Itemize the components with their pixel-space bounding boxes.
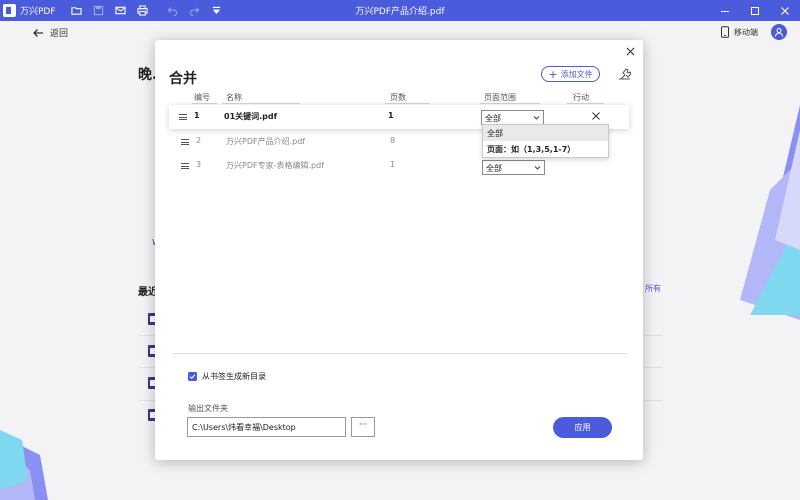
header-underline	[480, 103, 540, 104]
add-file-label: 添加文件	[560, 69, 593, 79]
checkbox-checked-icon[interactable]	[188, 372, 197, 381]
view-all-link[interactable]: 所有	[645, 283, 661, 294]
remove-file-icon[interactable]	[591, 111, 601, 121]
dropdown-option-custom[interactable]: 页面：如（1,3,5,1-7）	[483, 141, 608, 157]
file-pages: 1	[388, 111, 394, 120]
header-underline	[567, 103, 604, 104]
back-button[interactable]: 返回	[32, 26, 68, 39]
plus-icon: +	[548, 67, 558, 81]
page-range-value: 全部	[485, 114, 501, 123]
close-dialog-button[interactable]	[623, 44, 637, 58]
apply-button[interactable]: 应用	[553, 417, 612, 438]
file-name: 万兴PDF专家-表格编辑.pdf	[226, 161, 324, 170]
pdf-logo-icon	[3, 4, 16, 17]
mobile-label: 移动端	[734, 27, 758, 37]
maximize-button[interactable]	[740, 0, 770, 21]
column-header-index: 编号	[194, 93, 210, 102]
save-icon[interactable]	[87, 0, 109, 21]
output-folder-label: 输出文件夹	[188, 404, 228, 413]
chevron-down-icon	[534, 166, 541, 170]
decorative-papers-right	[740, 105, 800, 320]
redo-icon[interactable]	[183, 0, 205, 21]
bookmark-toc-label: 从书签生成新目录	[202, 372, 266, 381]
phone-icon	[721, 26, 729, 38]
file-index: 1	[194, 111, 200, 120]
arrow-left-icon	[33, 28, 43, 37]
column-header-name: 名称	[226, 93, 242, 102]
section-divider	[172, 353, 628, 354]
minimize-button[interactable]	[710, 0, 740, 21]
output-folder-input[interactable]	[187, 417, 346, 437]
close-window-button[interactable]	[770, 0, 800, 21]
page-range-select[interactable]: 全部	[481, 110, 544, 125]
chevron-down-icon	[533, 116, 540, 120]
back-label: 返回	[50, 29, 69, 39]
file-index: 2	[196, 136, 202, 145]
file-name: 01关键词.pdf	[224, 112, 278, 121]
column-header-pages: 页数	[390, 93, 406, 102]
header-underline	[192, 103, 217, 104]
drag-handle-icon[interactable]	[181, 139, 189, 145]
folder-icon[interactable]	[65, 0, 87, 21]
page-range-select[interactable]: 全部	[482, 160, 545, 175]
file-name: 万兴PDF产品介绍.pdf	[226, 137, 306, 146]
close-icon	[626, 47, 634, 55]
title-bar: 万兴PDF 万兴PDF产品介绍.pdf	[0, 0, 800, 21]
app-name: 万兴PDF	[20, 7, 56, 17]
tools-icon[interactable]	[618, 67, 631, 80]
user-icon	[775, 28, 783, 37]
mail-icon[interactable]	[109, 0, 131, 21]
file-index: 3	[196, 160, 202, 169]
app-logo: 万兴PDF	[3, 4, 65, 17]
add-file-button[interactable]: + 添加文件	[541, 66, 600, 82]
dialog-title: 合并	[169, 71, 197, 87]
print-icon[interactable]	[131, 0, 153, 21]
column-header-action: 行动	[573, 93, 589, 102]
header-underline	[222, 103, 300, 104]
browse-folder-button[interactable]: ···	[351, 417, 375, 437]
avatar[interactable]	[771, 24, 787, 40]
mobile-button[interactable]: 移动端	[720, 26, 758, 38]
drag-handle-icon[interactable]	[179, 114, 187, 120]
decorative-papers-left	[0, 430, 48, 500]
header-underline	[385, 103, 430, 104]
file-pages: 1	[390, 160, 396, 169]
drag-handle-icon[interactable]	[181, 163, 189, 169]
page-range-value: 全部	[486, 164, 502, 173]
column-header-range: 页面范围	[484, 93, 516, 102]
file-pages: 8	[390, 136, 396, 145]
merge-dialog: 合并 + 添加文件 编号 名称 页数 页面范围 行动 1 01关键词.pdf 1…	[155, 40, 643, 460]
page-range-dropdown: 全部 页面：如（1,3,5,1-7）	[482, 124, 609, 158]
dropdown-option-all[interactable]: 全部	[483, 125, 608, 141]
undo-icon[interactable]	[161, 0, 183, 21]
dropdown-icon[interactable]	[205, 0, 227, 21]
bookmark-toc-checkbox[interactable]: 从书签生成新目录	[188, 371, 266, 382]
